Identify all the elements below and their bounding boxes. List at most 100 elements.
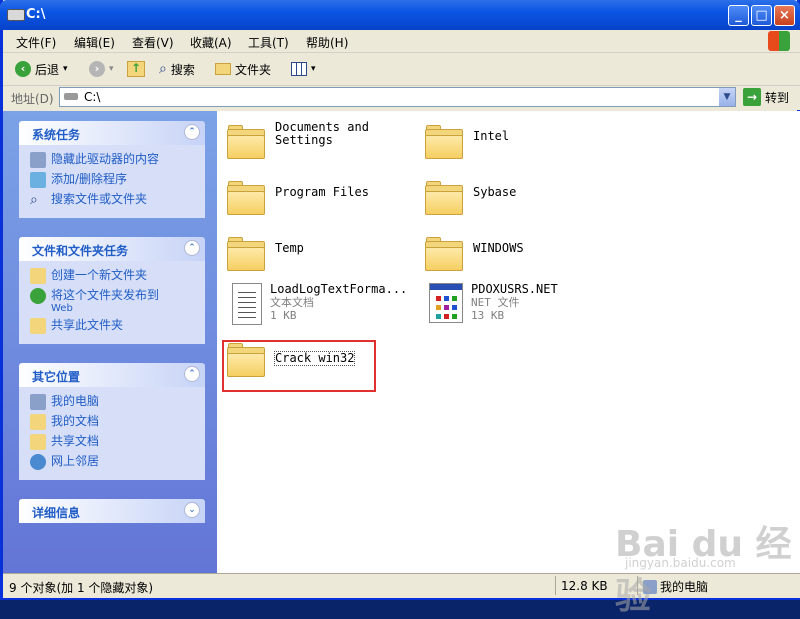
file-name: Temp: [275, 241, 304, 255]
place-network[interactable]: 网上邻居: [30, 454, 197, 470]
place-shared-documents[interactable]: 共享文档: [30, 434, 197, 450]
task-label: 共享此文件夹: [51, 318, 124, 332]
hide-contents-icon: [30, 152, 46, 168]
status-divider: [555, 576, 556, 595]
drive-icon: [64, 93, 78, 100]
explorer-window: C:\ _ □ × 文件(F) 编辑(E) 查看(V) 收藏(A) 工具(T) …: [0, 0, 800, 617]
file-item-sybase[interactable]: Sybase: [425, 177, 516, 215]
folders-label: 文件夹: [235, 62, 272, 77]
close-button[interactable]: ×: [774, 5, 795, 26]
drive-icon: [7, 9, 25, 21]
file-size: 1 KB: [270, 309, 297, 322]
menu-file[interactable]: 文件(F): [16, 34, 56, 51]
system-tasks-header[interactable]: 系统任务 ⌃: [19, 121, 205, 145]
search-icon: ⌕: [30, 192, 38, 208]
place-label: 我的电脑: [51, 394, 100, 408]
back-dropdown-icon[interactable]: ▾: [63, 64, 68, 74]
search-label: 搜索: [170, 62, 195, 77]
new-folder-icon: [30, 268, 46, 284]
file-name: Sybase: [473, 185, 517, 199]
file-tasks-title: 文件和文件夹任务: [32, 244, 129, 258]
up-folder-icon: ↑: [127, 61, 145, 77]
menu-favorites[interactable]: 收藏(A): [190, 34, 232, 51]
task-label: 搜索文件或文件夹: [51, 192, 148, 206]
task-publish-web[interactable]: 将这个文件夹发布到 Web: [30, 288, 197, 314]
menu-tools[interactable]: 工具(T): [248, 34, 289, 51]
system-tasks-title: 系统任务: [32, 128, 81, 142]
my-computer-icon: [30, 394, 46, 410]
address-dropdown-icon[interactable]: ▼: [719, 88, 735, 106]
forward-dropdown-icon[interactable]: ▾: [109, 64, 114, 74]
place-label: 我的文档: [51, 414, 100, 428]
content-area: 系统任务 ⌃ 隐藏此驱动器的内容 添加/删除程序 ⌕ 搜索文件或文件夹 文件和文…: [3, 111, 800, 573]
place-my-documents[interactable]: 我的文档: [30, 414, 197, 430]
task-pane: 系统任务 ⌃ 隐藏此驱动器的内容 添加/删除程序 ⌕ 搜索文件或文件夹 文件和文…: [3, 111, 217, 573]
file-name: Intel: [473, 129, 510, 143]
place-my-computer[interactable]: 我的电脑: [30, 394, 197, 410]
text-document-icon: [232, 283, 262, 325]
back-button[interactable]: ‹ 后退 ▾: [15, 59, 68, 79]
go-label: 转到: [765, 90, 790, 105]
task-new-folder[interactable]: 创建一个新文件夹: [30, 268, 197, 284]
folders-button[interactable]: 文件夹: [215, 59, 271, 79]
file-name: Program Files: [275, 185, 369, 199]
task-hide-drive-contents[interactable]: 隐藏此驱动器的内容: [30, 152, 197, 168]
file-item-loadlogtext[interactable]: LoadLogTextForma... 文本文档 1 KB: [227, 283, 407, 325]
menu-help[interactable]: 帮助(H): [306, 34, 348, 51]
folder-icon: [425, 125, 465, 159]
menu-edit[interactable]: 编辑(E): [74, 34, 115, 51]
task-search-files[interactable]: ⌕ 搜索文件或文件夹: [30, 192, 197, 208]
minimize-button[interactable]: _: [728, 5, 749, 26]
views-dropdown-icon[interactable]: ▾: [311, 64, 316, 74]
collapse-chevron-icon[interactable]: ⌃: [184, 240, 200, 256]
views-button[interactable]: ▾: [291, 59, 316, 79]
watermark-url: jingyan.baidu.com: [625, 556, 736, 570]
status-object-count: 9 个对象(加 1 个隐藏对象): [9, 581, 154, 595]
windows-logo-icon: [768, 31, 790, 51]
folder-icon: [215, 63, 231, 75]
menu-view[interactable]: 查看(V): [132, 34, 174, 51]
file-size: 13 KB: [471, 309, 505, 322]
search-button[interactable]: ⌕ 搜索: [159, 59, 195, 79]
task-label-sub: Web: [51, 303, 73, 314]
file-item-temp[interactable]: Temp: [227, 233, 304, 271]
title-bar[interactable]: C:\ _ □ ×: [0, 0, 800, 30]
task-label: 隐藏此驱动器的内容: [51, 152, 160, 166]
file-item-program-files[interactable]: Program Files: [227, 177, 369, 215]
file-item-pdoxusrs[interactable]: PDOXUSRS.NET NET 文件 13 KB: [425, 283, 558, 323]
menu-bar: 文件(F) 编辑(E) 查看(V) 收藏(A) 工具(T) 帮助(H): [3, 30, 800, 53]
folder-icon: [425, 237, 465, 271]
file-item-intel[interactable]: Intel: [425, 121, 509, 159]
file-item-documents-settings[interactable]: Documents and Settings: [227, 121, 369, 159]
up-folder-button[interactable]: ↑: [127, 59, 145, 79]
collapse-chevron-icon[interactable]: ⌃: [184, 366, 200, 382]
expand-chevron-icon[interactable]: ⌄: [184, 502, 200, 518]
forward-button[interactable]: › ▾: [89, 59, 114, 79]
collapse-chevron-icon[interactable]: ⌃: [184, 124, 200, 140]
my-documents-icon: [30, 414, 46, 430]
details-header[interactable]: 详细信息 ⌄: [19, 499, 205, 523]
file-name: LoadLogTextForma...: [270, 282, 408, 296]
task-share-folder[interactable]: 共享此文件夹: [30, 318, 197, 334]
task-label: 添加/删除程序: [51, 172, 128, 186]
net-file-icon: [429, 283, 463, 323]
file-item-windows[interactable]: WINDOWS: [425, 233, 524, 271]
highlight-box: [222, 340, 376, 392]
address-input[interactable]: C:\ ▼: [59, 87, 736, 107]
task-label: 创建一个新文件夹: [51, 268, 148, 282]
toolbar: ‹ 后退 ▾ › ▾ ↑ ⌕ 搜索 文件夹 ▾: [3, 53, 800, 86]
other-places-title: 其它位置: [32, 370, 81, 384]
forward-arrow-icon: ›: [89, 61, 105, 77]
folder-icon: [227, 181, 267, 215]
add-remove-programs-icon: [30, 172, 46, 188]
file-name: Settings: [275, 133, 333, 147]
go-button[interactable]: → 转到: [743, 88, 789, 106]
task-label: 将这个文件夹发布到: [51, 288, 160, 302]
maximize-button[interactable]: □: [751, 5, 772, 26]
other-places-panel: 其它位置 ⌃ 我的电脑 我的文档 共享文档 网上邻居: [19, 363, 205, 480]
task-add-remove-programs[interactable]: 添加/删除程序: [30, 172, 197, 188]
views-icon: [291, 62, 307, 76]
place-label: 共享文档: [51, 434, 100, 448]
file-tasks-header[interactable]: 文件和文件夹任务 ⌃: [19, 237, 205, 261]
other-places-header[interactable]: 其它位置 ⌃: [19, 363, 205, 387]
